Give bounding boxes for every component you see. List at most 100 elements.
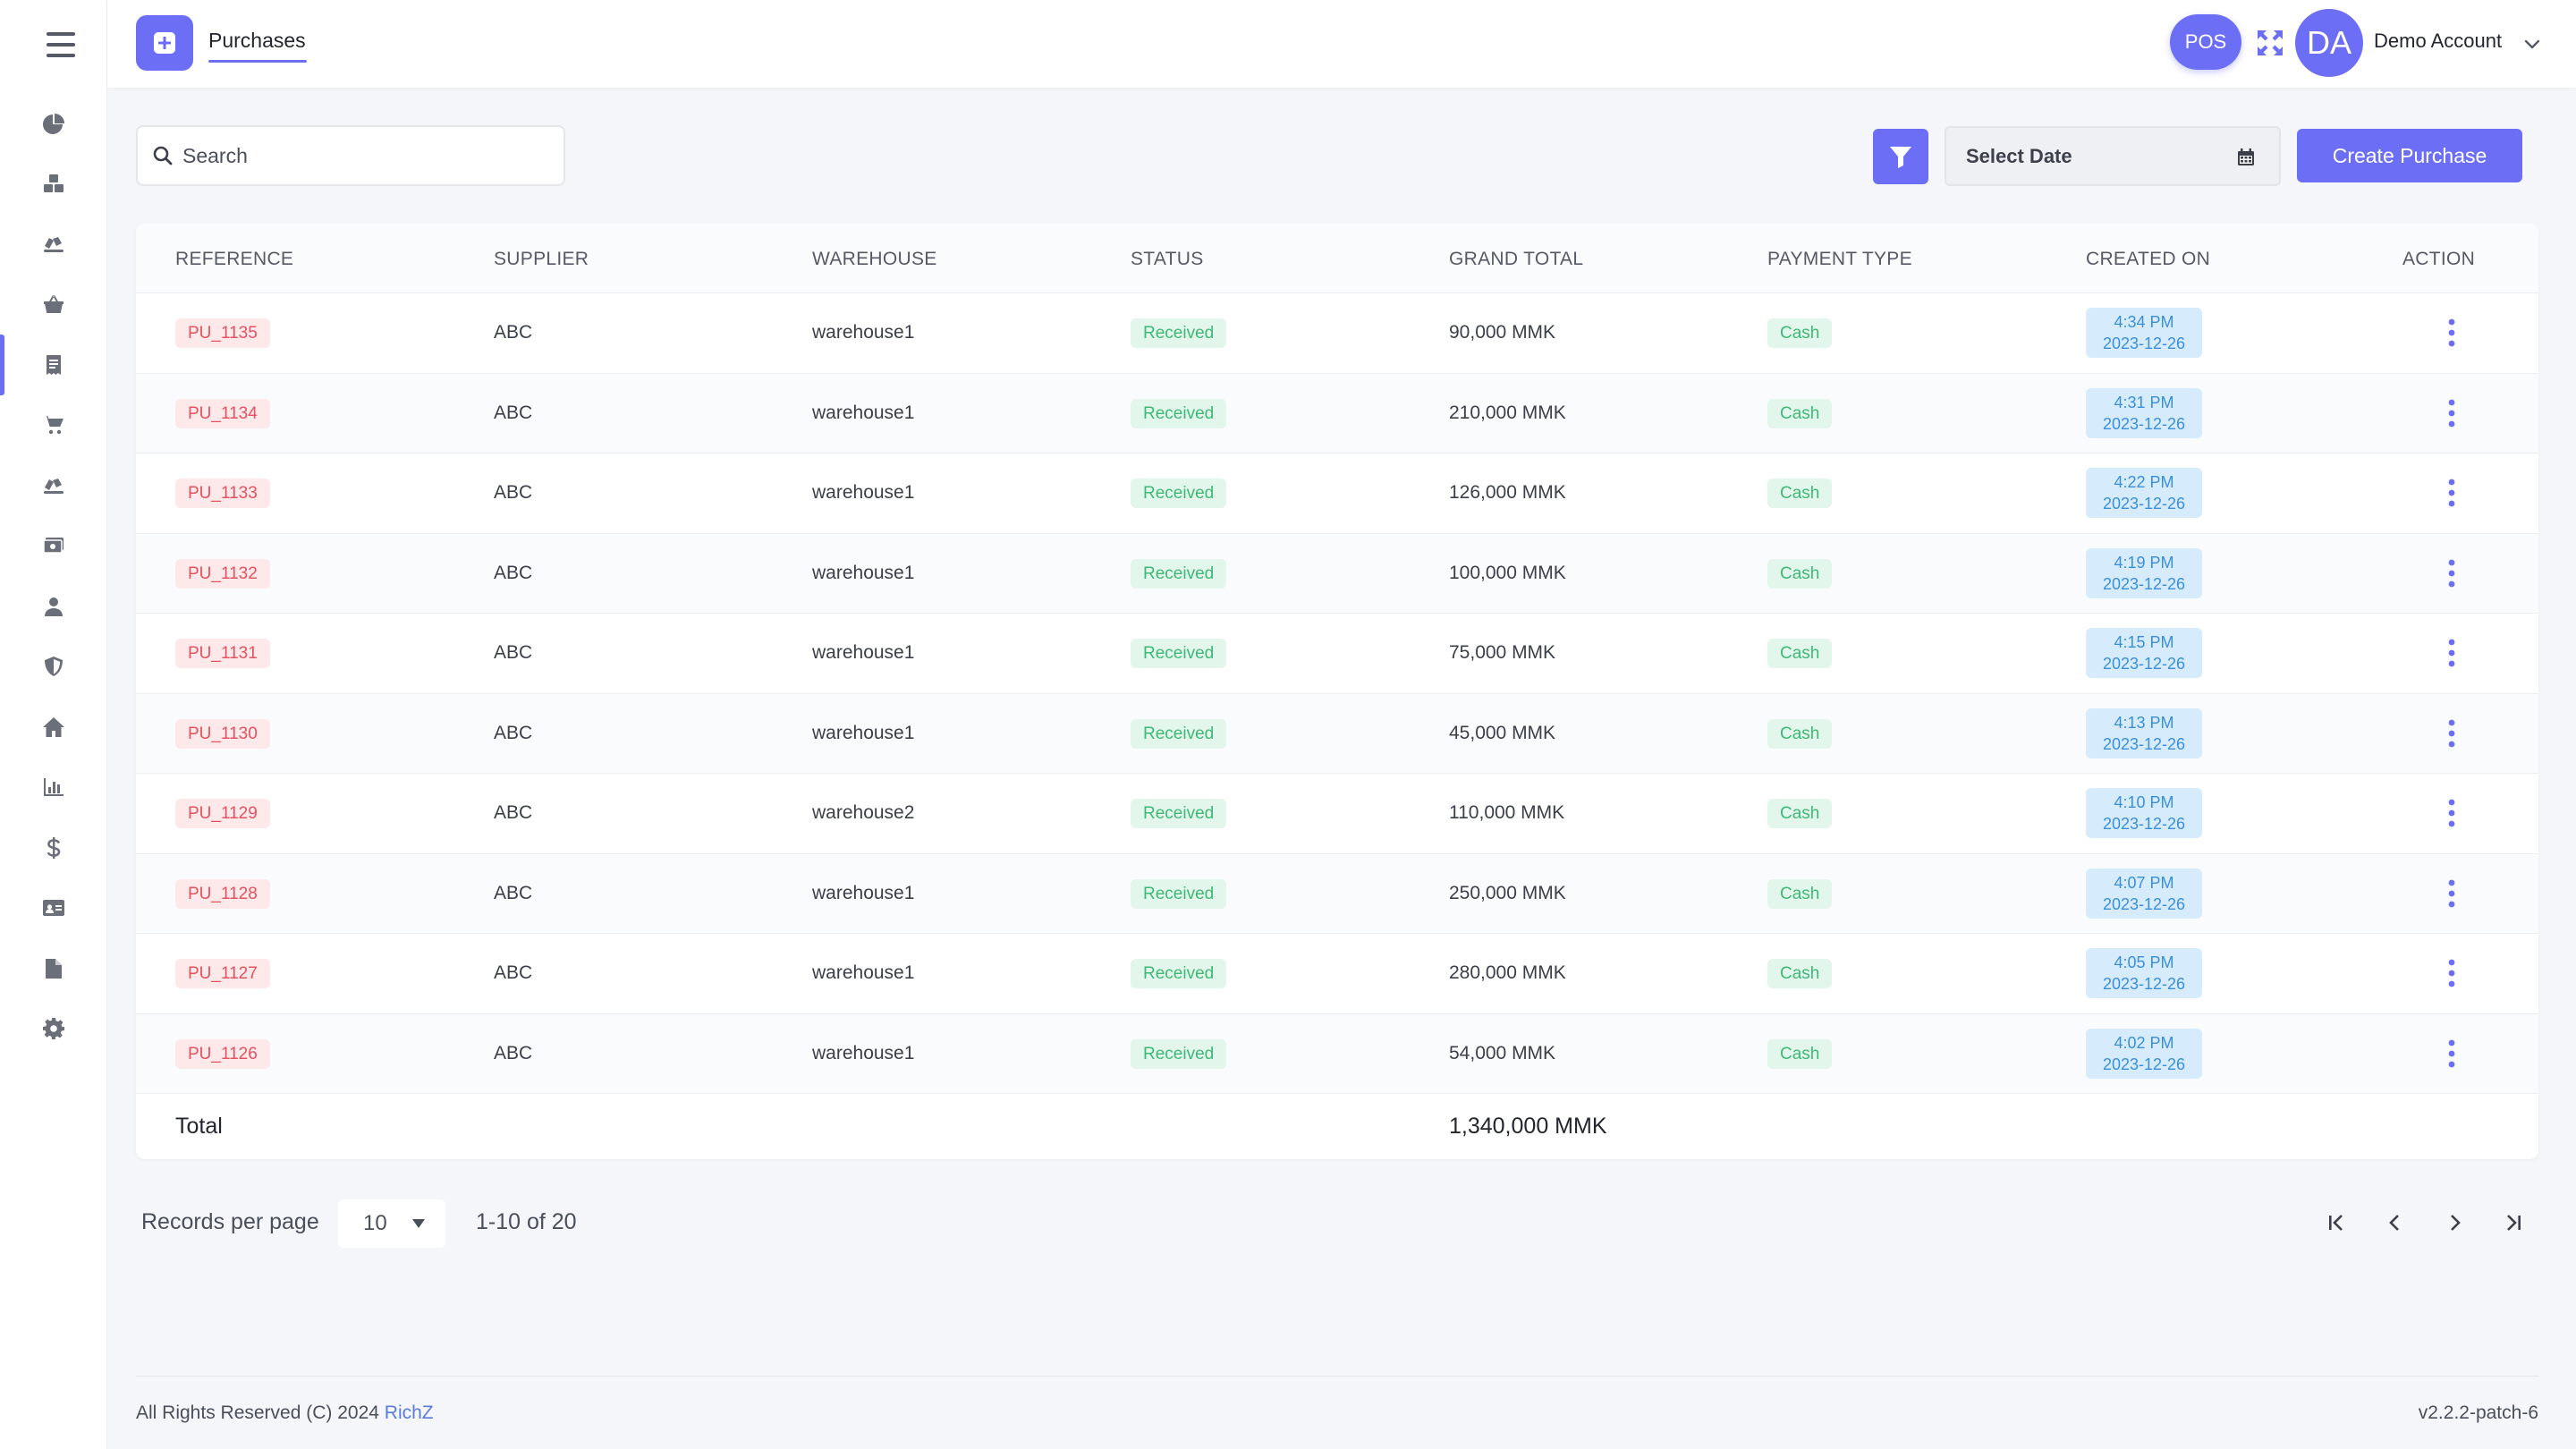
- reference-badge[interactable]: PU_1129: [175, 799, 270, 829]
- reference-badge[interactable]: PU_1132: [175, 558, 270, 589]
- basket-icon: [44, 295, 64, 314]
- sidebar-item-purchases[interactable]: [0, 335, 107, 395]
- column-header-created-on[interactable]: CREATED ON: [2086, 249, 2210, 270]
- column-header-reference[interactable]: REFERENCE: [175, 249, 293, 270]
- pos-button[interactable]: POS: [2170, 14, 2241, 70]
- payment-type-badge: Cash: [1767, 479, 1833, 509]
- page-title[interactable]: Purchases: [208, 29, 306, 53]
- fullscreen-icon[interactable]: [2255, 28, 2285, 58]
- reference-badge[interactable]: PU_1126: [175, 1038, 270, 1069]
- warehouse-cell: warehouse1: [812, 642, 915, 664]
- status-badge: Received: [1131, 479, 1227, 509]
- money-icon: [43, 538, 64, 554]
- more-vertical-icon[interactable]: [2441, 877, 2462, 910]
- top-header: Purchases POS DA Demo Account: [107, 0, 2576, 88]
- status-badge: Received: [1131, 878, 1227, 909]
- created-on-badge: 4:31 PM 2023-12-26: [2086, 387, 2202, 438]
- grand-total-cell: 45,000 MMK: [1449, 722, 1556, 743]
- payment-type-badge: Cash: [1767, 878, 1833, 909]
- truck-loading-icon: [44, 236, 64, 252]
- create-purchase-button[interactable]: Create Purchase: [2297, 129, 2522, 182]
- file-icon: [46, 958, 62, 979]
- supplier-cell: ABC: [494, 562, 533, 583]
- sidebar-item-sales[interactable]: [0, 395, 107, 456]
- records-per-page-select[interactable]: 10: [338, 1199, 445, 1248]
- previous-page-icon[interactable]: [2383, 1210, 2408, 1235]
- more-vertical-icon[interactable]: [2441, 957, 2462, 989]
- supplier-cell: ABC: [494, 722, 533, 743]
- column-header-supplier[interactable]: SUPPLIER: [494, 249, 589, 270]
- purchases-tab-icon[interactable]: [136, 15, 193, 71]
- sidebar-item-returns[interactable]: [0, 455, 107, 516]
- sidebar-item-documents[interactable]: [0, 938, 107, 999]
- sidebar-item-products[interactable]: [0, 154, 107, 215]
- sidebar-item-permissions[interactable]: [0, 637, 107, 698]
- reference-badge[interactable]: PU_1127: [175, 959, 270, 989]
- date-picker[interactable]: Select Date: [1945, 126, 2281, 186]
- column-header-status[interactable]: STATUS: [1131, 249, 1204, 270]
- app-version: v2.2.2-patch-6: [2418, 1402, 2538, 1423]
- more-vertical-icon[interactable]: [2441, 557, 2462, 589]
- payment-type-badge: Cash: [1767, 1038, 1833, 1069]
- reference-badge[interactable]: PU_1131: [175, 639, 270, 669]
- status-badge: Received: [1131, 558, 1227, 589]
- warehouse-cell: warehouse1: [812, 322, 915, 343]
- sidebar: [0, 0, 107, 1449]
- sidebar-item-settings[interactable]: [0, 999, 107, 1060]
- column-header-warehouse[interactable]: WAREHOUSE: [812, 249, 937, 270]
- menu-toggle-icon[interactable]: [47, 32, 75, 57]
- dollar-icon: [47, 836, 61, 859]
- created-date: 2023-12-26: [2102, 975, 2186, 994]
- column-header-payment-type[interactable]: PAYMENT TYPE: [1767, 249, 1912, 270]
- sidebar-item-expenses[interactable]: [0, 516, 107, 577]
- reference-badge[interactable]: PU_1128: [175, 878, 270, 909]
- chevron-down-icon[interactable]: [2522, 34, 2542, 54]
- reference-badge[interactable]: PU_1134: [175, 398, 270, 428]
- more-vertical-icon[interactable]: [2441, 797, 2462, 829]
- first-page-icon[interactable]: [2324, 1210, 2349, 1235]
- sidebar-item-adjustments[interactable]: [0, 214, 107, 275]
- caret-down-icon: [412, 1219, 425, 1228]
- pie-chart-icon: [43, 113, 64, 134]
- next-page-icon[interactable]: [2442, 1210, 2467, 1235]
- more-vertical-icon[interactable]: [2441, 1038, 2462, 1070]
- sidebar-item-warehouses[interactable]: [0, 697, 107, 758]
- more-vertical-icon[interactable]: [2441, 637, 2462, 669]
- created-time: 4:22 PM: [2114, 473, 2174, 492]
- cart-icon: [43, 416, 64, 435]
- account-name[interactable]: Demo Account: [2374, 30, 2502, 53]
- avatar[interactable]: DA: [2295, 9, 2363, 77]
- calendar-icon: [2238, 148, 2254, 165]
- search-input[interactable]: [182, 143, 540, 168]
- created-on-badge: 4:10 PM 2023-12-26: [2086, 788, 2202, 839]
- sidebar-item-quotations[interactable]: [0, 275, 107, 335]
- table-row: PU_1126 ABC warehouse1 Received 54,000 M…: [136, 1013, 2538, 1094]
- last-page-icon[interactable]: [2501, 1210, 2526, 1235]
- filter-button[interactable]: [1873, 129, 1928, 184]
- reference-badge[interactable]: PU_1133: [175, 479, 270, 509]
- user-icon: [45, 597, 63, 616]
- table-row: PU_1130 ABC warehouse1 Received 45,000 M…: [136, 693, 2538, 774]
- more-vertical-icon[interactable]: [2441, 477, 2462, 509]
- payment-type-badge: Cash: [1767, 398, 1833, 428]
- payment-type-badge: Cash: [1767, 558, 1833, 589]
- warehouse-cell: warehouse1: [812, 962, 915, 984]
- sidebar-item-reports[interactable]: [0, 758, 107, 818]
- sidebar-item-currency[interactable]: [0, 818, 107, 878]
- more-vertical-icon[interactable]: [2441, 317, 2462, 349]
- status-badge: Received: [1131, 1038, 1227, 1069]
- payment-type-badge: Cash: [1767, 718, 1833, 749]
- created-time: 4:19 PM: [2114, 553, 2174, 572]
- brand-link[interactable]: RichZ: [385, 1402, 434, 1423]
- sidebar-item-people[interactable]: [0, 576, 107, 637]
- column-header-grand-total[interactable]: GRAND TOTAL: [1449, 249, 1583, 270]
- created-date: 2023-12-26: [2102, 734, 2186, 753]
- sidebar-item-dashboard[interactable]: [0, 93, 107, 154]
- reference-badge[interactable]: PU_1135: [175, 318, 270, 349]
- more-vertical-icon[interactable]: [2441, 397, 2462, 429]
- reference-badge[interactable]: PU_1130: [175, 718, 270, 749]
- home-icon: [43, 716, 64, 737]
- more-vertical-icon[interactable]: [2441, 717, 2462, 750]
- records-per-page-label: Records per page: [141, 1209, 319, 1234]
- sidebar-item-cards[interactable]: [0, 878, 107, 939]
